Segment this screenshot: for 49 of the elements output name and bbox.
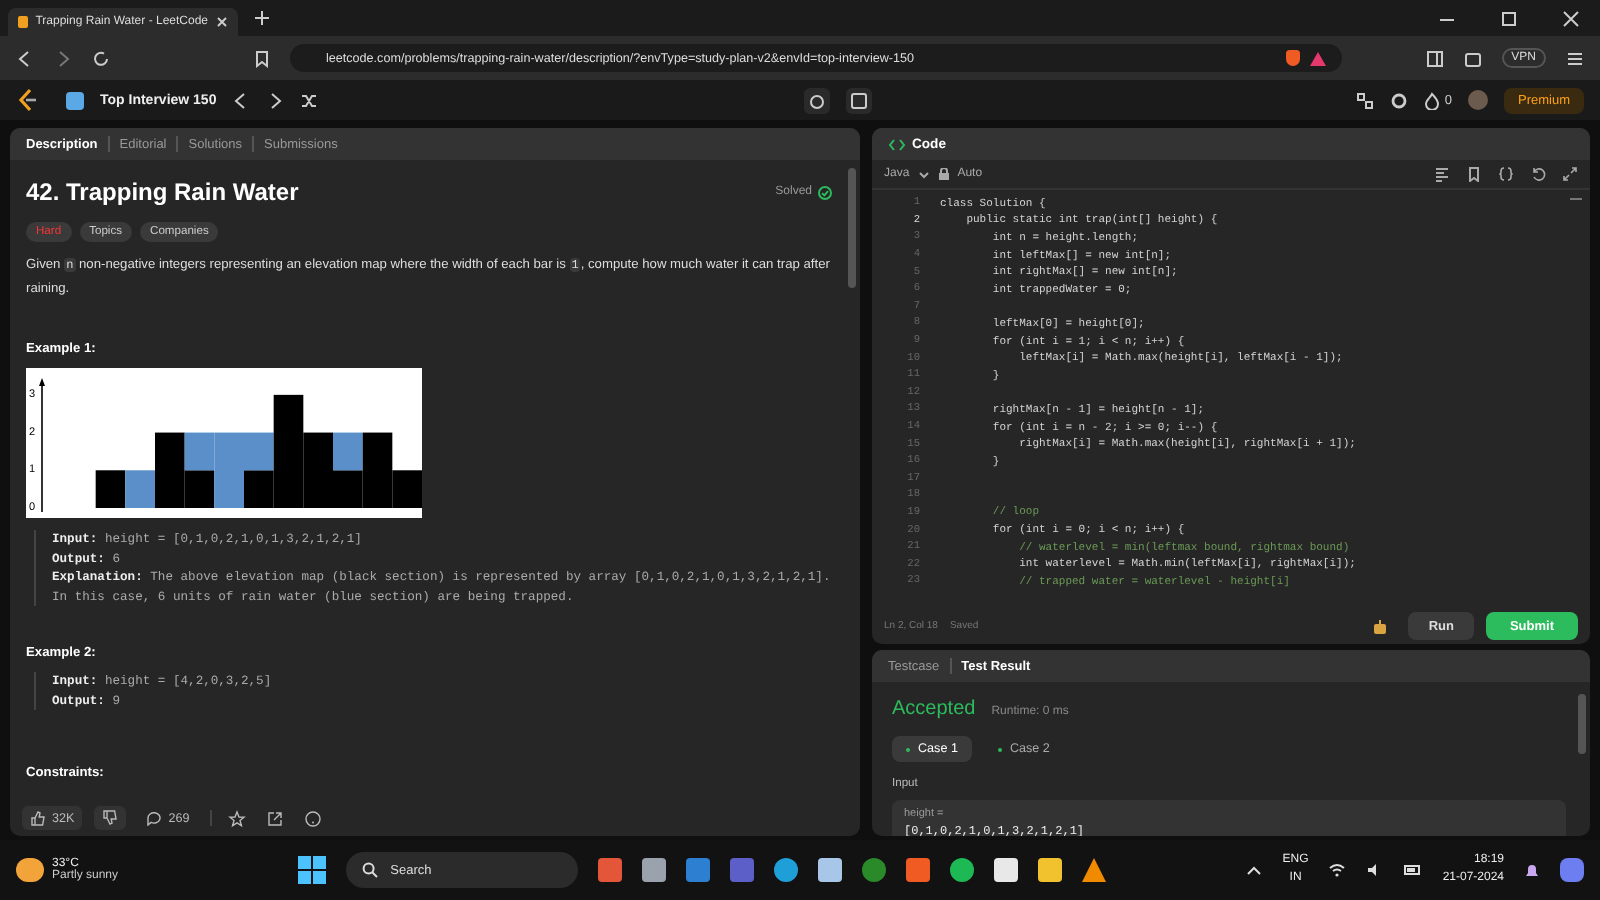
caret-icon[interactable] (1246, 864, 1263, 876)
verdict-text: Accepted (892, 698, 976, 720)
wifi-icon[interactable] (1328, 862, 1347, 878)
menu-icon[interactable] (1566, 49, 1584, 67)
problem-title: 42. Trapping Rain Water (26, 178, 299, 206)
reset-icon[interactable] (1530, 166, 1546, 182)
y-axis (39, 378, 45, 513)
scrollbar[interactable] (848, 168, 856, 288)
maximize-icon[interactable] (1500, 9, 1518, 27)
braces-icon[interactable] (1498, 166, 1514, 182)
dislike-button[interactable] (94, 806, 127, 830)
search-icon (362, 862, 379, 878)
check-circle-icon (818, 185, 832, 199)
next-icon[interactable] (266, 91, 285, 109)
settings-icon[interactable] (1390, 91, 1409, 109)
sidebar-icon[interactable] (1425, 49, 1444, 67)
code-brackets-icon (888, 137, 906, 151)
thumbs-up-icon (30, 810, 46, 826)
thumbs-down-icon (102, 810, 119, 826)
battery-icon[interactable] (1404, 862, 1423, 878)
traffic-cone-icon[interactable] (1082, 858, 1107, 882)
help-icon[interactable] (303, 809, 322, 827)
close-icon[interactable] (1562, 9, 1580, 27)
scrollbar[interactable] (1570, 198, 1582, 200)
share-icon[interactable] (265, 809, 284, 827)
start-icon[interactable] (298, 856, 327, 884)
bookmark-icon[interactable] (254, 49, 270, 67)
expand-icon[interactable] (1562, 166, 1578, 182)
app-icon[interactable] (598, 858, 623, 882)
app-icon[interactable] (818, 858, 843, 882)
scrollbar[interactable] (1578, 694, 1586, 754)
star-icon[interactable] (227, 809, 246, 827)
layout-icon[interactable] (1356, 91, 1375, 109)
speech-bubble-icon (146, 810, 163, 826)
forward-icon[interactable] (54, 49, 72, 67)
format-icon[interactable] (1434, 166, 1450, 182)
triangle-icon[interactable] (1310, 51, 1326, 65)
chevron-down-icon[interactable] (917, 169, 930, 179)
shuffle-icon[interactable] (300, 91, 319, 109)
avatar-icon[interactable] (1467, 90, 1488, 110)
new-tab-icon[interactable] (254, 10, 270, 26)
bookmark-icon[interactable] (1466, 166, 1482, 182)
reload-icon[interactable] (92, 49, 110, 67)
back-icon[interactable] (16, 49, 34, 67)
note-icon[interactable] (845, 87, 872, 113)
close-icon[interactable] (216, 16, 228, 28)
app-icon[interactable] (642, 858, 667, 882)
lock-icon (937, 168, 950, 180)
bell-icon[interactable] (1524, 861, 1541, 879)
